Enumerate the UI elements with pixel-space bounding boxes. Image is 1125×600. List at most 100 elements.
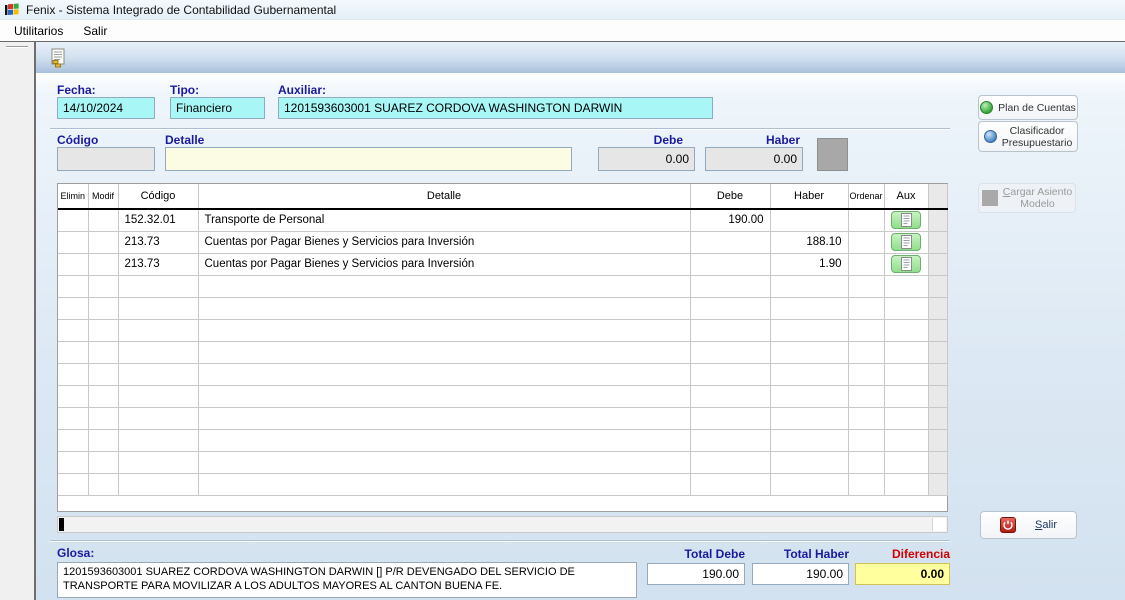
haber-input[interactable]: 0.00 [705, 147, 803, 171]
col-debe: Debe [690, 184, 770, 209]
cell-modif[interactable] [88, 253, 118, 275]
cell-modif[interactable] [88, 209, 118, 231]
toolbar [36, 42, 1125, 73]
menu-utilitarios[interactable]: Utilitarios [6, 22, 71, 40]
add-line-button[interactable] [817, 138, 848, 171]
cell-elimin[interactable] [58, 209, 88, 231]
auxiliar-label: Auxiliar: [278, 83, 326, 97]
empty-grid-row[interactable] [58, 385, 947, 407]
glosa-label: Glosa: [57, 546, 94, 560]
cell-codigo: 213.73 [118, 253, 198, 275]
blue-sphere-icon [984, 130, 997, 143]
cell-haber [770, 209, 848, 231]
cell-haber: 1.90 [770, 253, 848, 275]
empty-grid-row[interactable] [58, 363, 947, 385]
windows-logo-icon [4, 2, 20, 18]
col-modif: Modif [88, 184, 118, 209]
col-haber: Haber [770, 184, 848, 209]
grid-horizontal-scrollbar[interactable] [57, 516, 948, 533]
empty-grid-row[interactable] [58, 407, 947, 429]
splitter-grip[interactable] [6, 46, 28, 48]
col-elimin: Elimin [58, 184, 88, 209]
diferencia-field: 0.00 [855, 563, 950, 585]
empty-grid-row[interactable] [58, 473, 947, 495]
cell-aux [884, 231, 928, 253]
cell-debe [690, 231, 770, 253]
salir-button[interactable]: Salir [980, 511, 1077, 539]
scrollbar-thumb[interactable] [59, 518, 64, 531]
main-content: Fecha: 14/10/2024 Tipo: Financiero Auxil… [36, 73, 1125, 600]
auxiliar-field[interactable]: 1201593603001 SUAREZ CORDOVA WASHINGTON … [278, 97, 713, 119]
cell-filler [928, 253, 947, 275]
scrollbar-end-box[interactable] [932, 518, 946, 531]
aux-button[interactable] [891, 211, 921, 229]
entry-row[interactable]: 213.73 Cuentas por Pagar Bienes y Servic… [58, 231, 947, 253]
cell-ordenar[interactable] [848, 253, 884, 275]
menu-bar: Utilitarios Salir [0, 20, 1125, 42]
cell-ordenar[interactable] [848, 209, 884, 231]
power-icon [1000, 517, 1016, 533]
empty-grid-row[interactable] [58, 275, 947, 297]
total-debe-field: 190.00 [647, 563, 745, 585]
diferencia-label: Diferencia [855, 547, 950, 561]
journal-entry-icon [49, 48, 67, 68]
cell-codigo: 213.73 [118, 231, 198, 253]
tipo-field[interactable]: Financiero [170, 97, 265, 119]
total-haber-label: Total Haber [752, 547, 849, 561]
tipo-label: Tipo: [170, 83, 199, 97]
haber-label: Haber [705, 133, 800, 147]
plan-de-cuentas-button[interactable]: Plan de Cuentas [978, 95, 1078, 120]
title-bar: Fenix - Sistema Integrado de Contabilida… [0, 0, 1125, 20]
aux-button[interactable] [891, 233, 921, 251]
menu-salir[interactable]: Salir [75, 22, 115, 40]
entries-grid: Elimin Modif Código Detalle Debe Haber O… [57, 183, 948, 512]
col-filler [928, 184, 947, 209]
new-entry-button[interactable] [46, 46, 70, 70]
empty-grid-row[interactable] [58, 429, 947, 451]
cell-detalle: Transporte de Personal [198, 209, 690, 231]
cell-ordenar[interactable] [848, 231, 884, 253]
debe-input[interactable]: 0.00 [598, 147, 695, 171]
cell-aux [884, 253, 928, 275]
gray-square-icon [982, 190, 998, 206]
glosa-textarea[interactable]: 1201593603001 SUAREZ CORDOVA WASHINGTON … [57, 562, 637, 598]
codigo-label: Código [57, 133, 98, 147]
cell-debe [690, 253, 770, 275]
plan-de-cuentas-label: Plan de Cuentas [998, 102, 1076, 114]
empty-grid-row[interactable] [58, 297, 947, 319]
empty-grid-row[interactable] [58, 319, 947, 341]
codigo-input[interactable] [57, 147, 155, 171]
total-haber-field: 190.00 [752, 563, 849, 585]
empty-grid-row[interactable] [58, 451, 947, 473]
cell-elimin[interactable] [58, 253, 88, 275]
clasificador-presupuestario-button[interactable]: Clasificador Presupuestario [978, 121, 1078, 152]
cell-codigo: 152.32.01 [118, 209, 198, 231]
cell-modif[interactable] [88, 231, 118, 253]
separator-bottom [50, 540, 950, 542]
green-sphere-icon [980, 101, 993, 114]
debe-label: Debe [598, 133, 683, 147]
detalle-input[interactable] [165, 147, 572, 171]
cell-filler [928, 231, 947, 253]
cell-detalle: Cuentas por Pagar Bienes y Servicios par… [198, 231, 690, 253]
entry-row[interactable]: 213.73 Cuentas por Pagar Bienes y Servic… [58, 253, 947, 275]
left-splitter-panel[interactable] [0, 42, 36, 600]
aux-button[interactable] [891, 255, 921, 273]
cell-elimin[interactable] [58, 231, 88, 253]
cargar-asiento-modelo-button[interactable]: Cargar Asiento Modelo [978, 183, 1076, 213]
empty-grid-row[interactable] [58, 341, 947, 363]
fecha-field[interactable]: 14/10/2024 [57, 97, 155, 119]
fecha-label: Fecha: [57, 83, 96, 97]
window-title: Fenix - Sistema Integrado de Contabilida… [26, 3, 336, 17]
document-icon [901, 257, 912, 271]
detalle-label: Detalle [165, 133, 204, 147]
col-codigo: Código [118, 184, 198, 209]
cell-haber: 188.10 [770, 231, 848, 253]
total-debe-label: Total Debe [647, 547, 745, 561]
separator-top [50, 128, 950, 130]
col-ordenar: Ordenar [848, 184, 884, 209]
entry-row[interactable]: 152.32.01 Transporte de Personal 190.00 [58, 209, 947, 231]
clasificador-label: Clasificador Presupuestario [1002, 125, 1073, 149]
grid-header-row: Elimin Modif Código Detalle Debe Haber O… [58, 184, 947, 209]
cargar-asiento-label: Cargar Asiento Modelo [1003, 186, 1072, 210]
